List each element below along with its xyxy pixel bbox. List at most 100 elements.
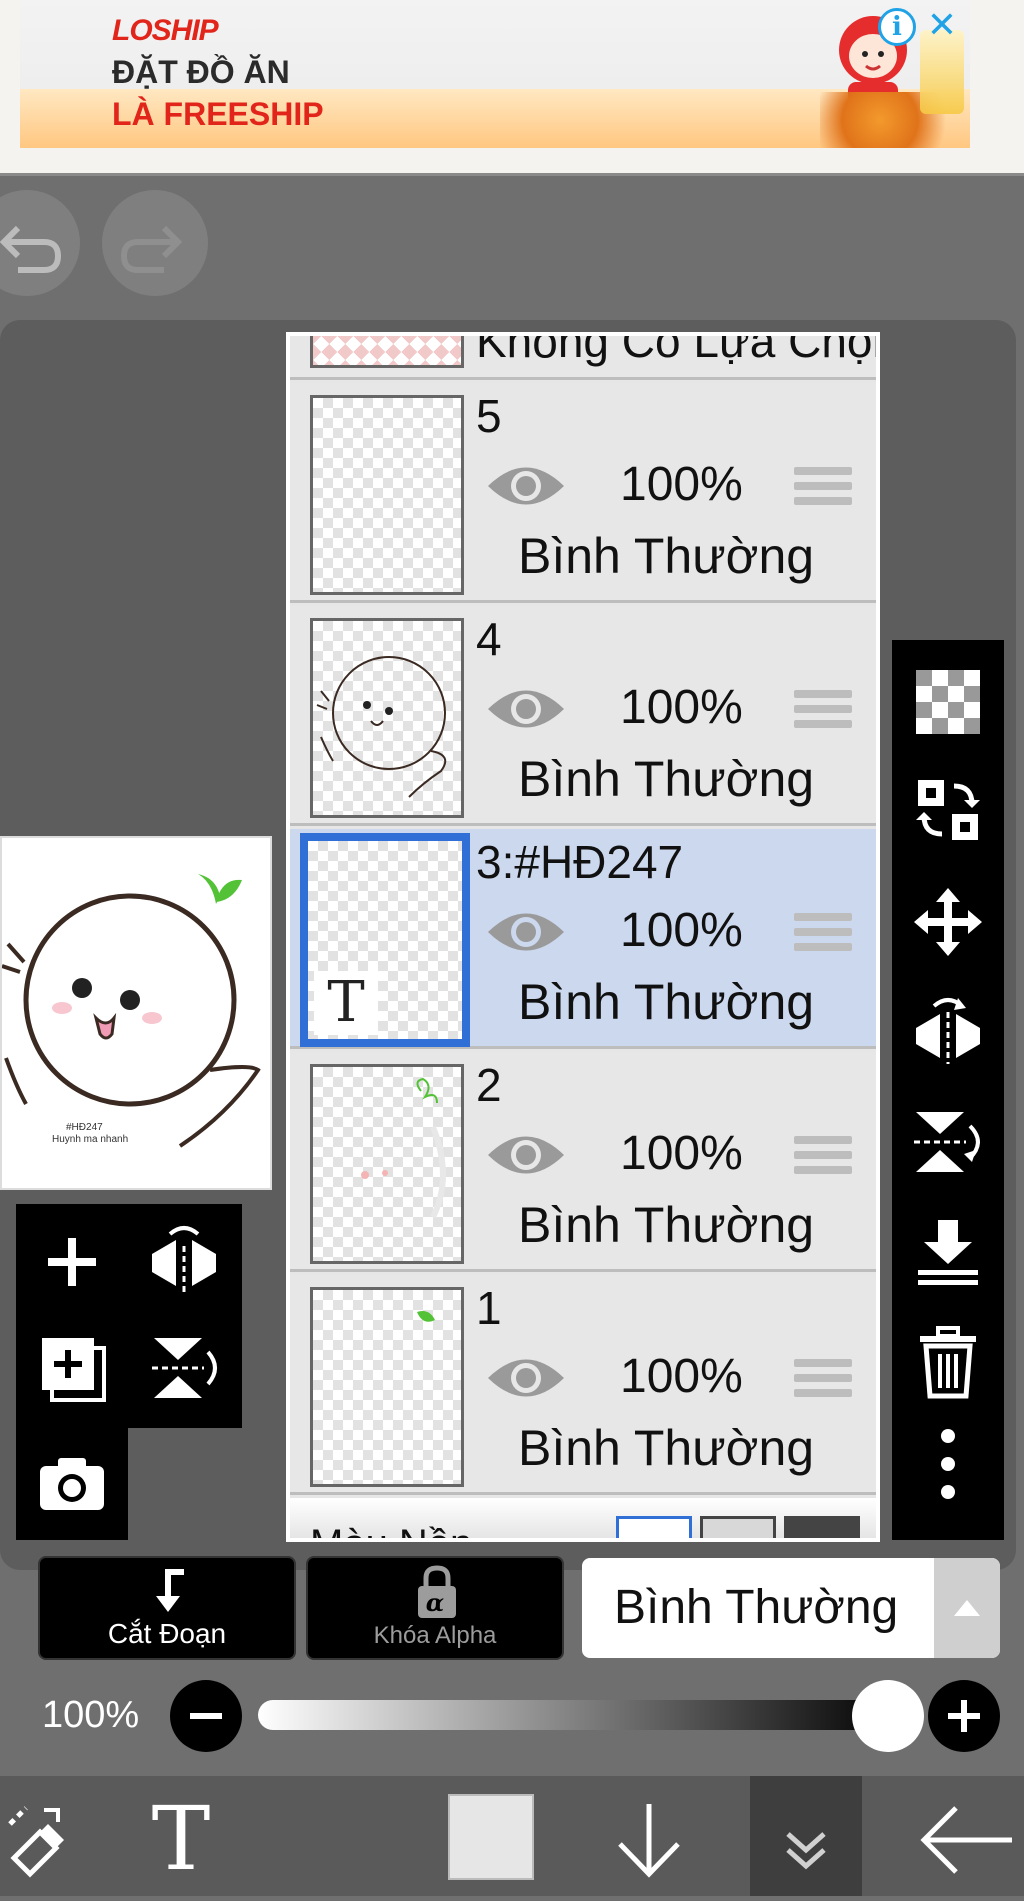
thumbnail-drawing	[361, 1077, 446, 1219]
selection-label: Không Có Lựa Chọn	[476, 336, 876, 367]
collapse-panel-button[interactable]	[750, 1776, 862, 1896]
ad-headline-1: ĐẶT ĐỒ ĂN	[112, 54, 290, 90]
canvas-preview[interactable]: #HĐ247 Huynh ma nhanh	[0, 836, 272, 1190]
layer-name: 4	[476, 613, 502, 665]
camera-icon[interactable]	[34, 1446, 110, 1522]
flip-vertical-icon[interactable]	[910, 1104, 986, 1180]
layer-row-4[interactable]: 4 100% Bình Thường	[290, 606, 876, 826]
layer-blend-mode: Bình Thường	[518, 1197, 815, 1253]
transparency-icon[interactable]	[910, 664, 986, 740]
color-swatch[interactable]	[448, 1794, 534, 1880]
flip-h-icon[interactable]	[146, 1224, 222, 1300]
layer-row-1[interactable]: 1 100% Bình Thường	[290, 1275, 876, 1495]
background-dark-swatch[interactable]	[784, 1516, 860, 1538]
layer-blend-mode: Bình Thường	[518, 974, 815, 1030]
drag-handle-icon[interactable]	[794, 1359, 852, 1405]
layer-list[interactable]: Không Có Lựa Chọn 5 100% Bình Thường 4 1…	[286, 332, 880, 1542]
clipping-label: Cắt Đoạn	[107, 1618, 227, 1649]
layer-opacity: 100%	[620, 1350, 743, 1403]
layer-row-3-selected[interactable]: T 3:#HĐ247 100% Bình Thường	[290, 829, 876, 1049]
layer-toolbar	[892, 640, 1004, 1540]
visibility-eye-icon[interactable]	[486, 1128, 566, 1182]
ad-info-icon[interactable]: i	[878, 8, 916, 46]
drag-handle-icon[interactable]	[794, 467, 852, 513]
ad-banner[interactable]: LOSHIP ĐẶT ĐỒ ĂN LÀ FREESHIP i ✕	[0, 0, 1024, 176]
layer-selection-row[interactable]: Không Có Lựa Chọn	[290, 336, 876, 380]
background-checker-swatch[interactable]	[700, 1516, 776, 1538]
layer-name: 3:#HĐ247	[476, 836, 684, 888]
alpha-symbol: α	[425, 1588, 445, 1617]
background-color-label: Màu Nền	[310, 1522, 472, 1538]
plus-icon	[948, 1700, 980, 1732]
preview-caption-2: Huynh ma nhanh	[52, 1134, 129, 1145]
layer-actions-panel	[16, 1204, 242, 1428]
preview-caption-1: #HĐ247	[66, 1122, 103, 1133]
layer-opacity: 100%	[620, 458, 743, 511]
layer-opacity: 100%	[620, 1127, 743, 1180]
ad-close-icon[interactable]: ✕	[922, 6, 962, 46]
thumbnail-drawing	[316, 656, 447, 798]
background-color-row[interactable]: Màu Nền	[290, 1498, 876, 1538]
opacity-increase-button[interactable]	[928, 1680, 1000, 1752]
clip-arrow-icon	[156, 1569, 184, 1612]
trash-icon[interactable]	[910, 1324, 986, 1400]
add-copy-icon[interactable]	[34, 1330, 110, 1406]
layer-name: 1	[476, 1282, 502, 1334]
ad-creative[interactable]: LOSHIP ĐẶT ĐỒ ĂN LÀ FREESHIP	[20, 0, 970, 148]
blend-mode-select[interactable]: Bình Thường	[582, 1558, 1000, 1658]
layer-blend-mode: Bình Thường	[518, 751, 815, 807]
move-icon[interactable]	[910, 884, 986, 960]
more-icon[interactable]	[910, 1426, 986, 1502]
drag-handle-icon[interactable]	[794, 690, 852, 736]
layer-row-2[interactable]: 2 100% Bình Thường	[290, 1052, 876, 1272]
opacity-slider-track[interactable]	[258, 1700, 898, 1730]
blend-dropdown-arrow-icon[interactable]	[934, 1558, 1000, 1658]
undo-button[interactable]	[0, 190, 80, 296]
preview-drawing	[2, 874, 261, 1148]
back-arrow-icon[interactable]	[916, 1794, 1016, 1884]
blend-mode-value: Bình Thường	[614, 1581, 899, 1634]
layer-thumbnail	[310, 395, 464, 595]
undo-icon	[0, 225, 62, 273]
drag-handle-icon[interactable]	[794, 913, 852, 959]
selection-thumbnail	[310, 336, 464, 368]
minus-icon	[190, 1713, 222, 1719]
layer-blend-mode: Bình Thường	[518, 528, 815, 584]
layer-name: 5	[476, 390, 502, 442]
arrow-down-icon[interactable]	[604, 1794, 694, 1884]
text-layer-badge: T	[314, 971, 378, 1035]
layer-thumbnail	[310, 1064, 464, 1264]
bottom-toolbar: T	[0, 1776, 1024, 1896]
flip-horizontal-icon[interactable]	[910, 994, 986, 1070]
opacity-decrease-button[interactable]	[170, 1680, 242, 1752]
swap-layer-icon[interactable]	[910, 772, 986, 848]
ad-headline-2: LÀ FREESHIP	[112, 96, 324, 132]
visibility-eye-icon[interactable]	[486, 682, 566, 736]
flip-v-icon[interactable]	[146, 1330, 222, 1406]
visibility-eye-icon[interactable]	[486, 1351, 566, 1405]
clipping-button[interactable]: Cắt Đoạn	[38, 1556, 296, 1660]
redo-button[interactable]	[102, 190, 208, 296]
alpha-lock-button[interactable]: α Khóa Alpha	[306, 1556, 564, 1660]
layer-thumbnail	[310, 1287, 464, 1487]
layer-thumbnail: T	[300, 833, 470, 1047]
text-tool-icon[interactable]: T	[136, 1794, 226, 1884]
redo-icon	[120, 225, 183, 273]
layer-blend-mode: Bình Thường	[518, 1420, 815, 1476]
opacity-slider-thumb[interactable]	[852, 1680, 924, 1752]
add-layer-icon[interactable]	[34, 1224, 110, 1300]
opacity-readout: 100%	[42, 1694, 140, 1736]
layer-name: 2	[476, 1059, 502, 1111]
background-white-swatch[interactable]	[616, 1516, 692, 1538]
double-chevron-down-icon	[786, 1832, 826, 1870]
drag-handle-icon[interactable]	[794, 1136, 852, 1182]
camera-panel	[16, 1428, 128, 1540]
ad-brand: LOSHIP	[112, 14, 219, 47]
thumbnail-drawing	[417, 1311, 435, 1322]
layer-row-5[interactable]: 5 100% Bình Thường	[290, 383, 876, 603]
layer-opacity: 100%	[620, 904, 743, 957]
merge-down-icon[interactable]	[910, 1214, 986, 1290]
select-eraser-tool-icon[interactable]	[0, 1794, 90, 1884]
visibility-eye-icon[interactable]	[486, 905, 566, 959]
visibility-eye-icon[interactable]	[486, 459, 566, 513]
